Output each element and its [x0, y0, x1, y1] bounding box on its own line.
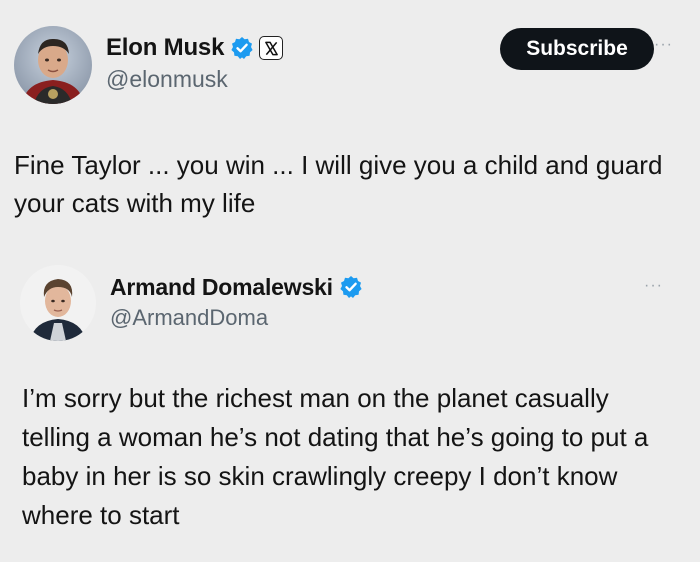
verified-badge-icon [339, 275, 363, 299]
author-handle[interactable]: @elonmusk [106, 66, 283, 93]
more-options-icon[interactable]: ··· [654, 36, 673, 54]
quote-author-info: Armand Domalewski @ArmandDoma [110, 271, 363, 331]
quoted-tweet[interactable]: Armand Domalewski @ArmandDoma ··· I’m so… [0, 247, 700, 562]
elon-musk-avatar[interactable] [14, 26, 92, 104]
tweet-text: Fine Taylor ... you win ... I will give … [14, 150, 663, 218]
x-logo-icon [259, 36, 284, 60]
author-info: Elon Musk @elonmusk [106, 32, 284, 93]
tweet-header: Elon Musk @elonmusk Subscribe ··· [14, 26, 686, 106]
quote-author-display-name[interactable]: Armand Domalewski [110, 274, 333, 301]
author-display-name[interactable]: Elon Musk [106, 34, 224, 62]
armand-domalewski-avatar[interactable] [20, 265, 96, 341]
subscribe-button[interactable]: Subscribe [500, 28, 654, 70]
verified-badge-icon [230, 36, 254, 60]
quote-tweet-text: I’m sorry but the richest man on the pla… [22, 383, 649, 530]
quote-more-options-icon[interactable]: ··· [644, 277, 663, 295]
quote-author-handle[interactable]: @ArmandDoma [110, 305, 363, 331]
screenshot-page: Elon Musk @elonmusk Subscribe ··· Fine T… [0, 0, 700, 562]
